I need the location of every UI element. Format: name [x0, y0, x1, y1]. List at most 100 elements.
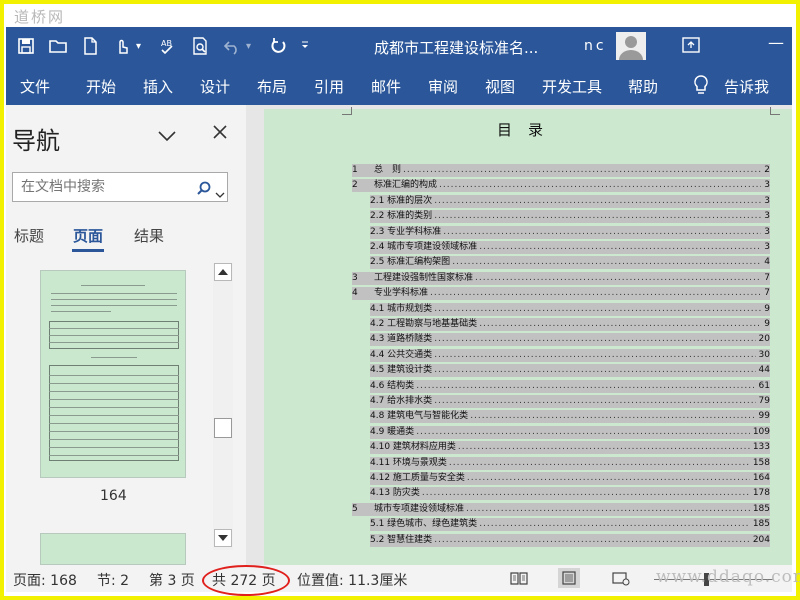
page-thumbnail-next[interactable]: [40, 533, 186, 565]
toc-entry[interactable]: 4.5 建筑设计类 44.............................…: [370, 364, 770, 378]
tab-results[interactable]: 结果: [134, 225, 164, 246]
scroll-thumb[interactable]: [214, 418, 232, 438]
lightbulb-icon[interactable]: [692, 75, 710, 95]
spelling-check-icon[interactable]: AB: [156, 34, 180, 58]
toc-entry-text: 4.12 施工质量与安全类: [370, 473, 465, 483]
toc-entry[interactable]: 4 专业学科标准 7................................…: [352, 287, 770, 301]
thumbnail-scrollbar[interactable]: [213, 263, 233, 550]
toc-entry[interactable]: 5 城市专项建设领域标准 185..........................…: [352, 502, 770, 516]
active-tab-indicator: [72, 249, 104, 252]
toc-entry-text: 4.4 公共交通类: [370, 349, 433, 360]
search-icon[interactable]: [197, 180, 211, 195]
undo-icon[interactable]: [220, 34, 244, 58]
read-mode-icon[interactable]: [508, 568, 530, 588]
tab-review[interactable]: 审阅: [428, 76, 458, 97]
status-page[interactable]: 页面: 168: [13, 570, 77, 590]
web-layout-icon[interactable]: [610, 568, 632, 588]
toc-entry[interactable]: 4.10 建筑材料应用类 133.........................…: [370, 441, 770, 455]
avatar-icon[interactable]: [616, 32, 646, 60]
chevron-down-icon[interactable]: [158, 127, 176, 142]
tab-developer[interactable]: 开发工具: [542, 76, 602, 97]
toc-leader-dots: ........................................…: [434, 334, 755, 345]
toc-entry-page: 20: [758, 334, 770, 345]
minimize-icon[interactable]: —: [768, 33, 784, 52]
tab-mailings[interactable]: 邮件: [371, 76, 401, 97]
toc-entry[interactable]: 4.11 环境与景观类 158..........................…: [370, 456, 770, 470]
tab-design[interactable]: 设计: [200, 76, 230, 97]
toc-leader-dots: ........................................…: [421, 488, 750, 499]
toc-title: 目录: [496, 121, 559, 139]
print-preview-icon[interactable]: [188, 34, 212, 58]
toc-entry-text: 4.8 建筑电气与智能化类: [370, 411, 469, 422]
tab-help[interactable]: 帮助: [628, 76, 658, 97]
ribbon-display-options-icon[interactable]: [682, 37, 700, 53]
tab-headings[interactable]: 标题: [14, 225, 44, 246]
toc-entry[interactable]: 2.4 城市专项建设领域标准 3.........................…: [370, 241, 770, 254]
scroll-up-icon[interactable]: [214, 263, 232, 281]
user-name[interactable]: nc: [584, 38, 607, 54]
toc-entry-page: 30: [758, 349, 770, 360]
toc-entry-text: 4.2 工程勘察与地基基础类: [370, 319, 478, 329]
undo-dropdown-icon[interactable]: ▾: [246, 41, 258, 52]
toc-entry-text: 4.7 给水排水类: [370, 396, 433, 406]
status-section[interactable]: 节: 2: [97, 570, 129, 590]
tab-home[interactable]: 开始: [86, 76, 116, 97]
save-icon[interactable]: [14, 34, 38, 58]
status-position[interactable]: 位置值: 11.3厘米: [297, 570, 407, 590]
toc-leader-dots: ........................................…: [479, 519, 750, 530]
search-input[interactable]: [13, 173, 193, 201]
toc-entry[interactable]: 4.12 施工质量与安全类 164........................…: [370, 472, 770, 485]
toc-entry[interactable]: 4.3 道路桥隧类 20.............................…: [370, 333, 770, 347]
toc-entry[interactable]: 4.7 给水排水类 79.............................…: [370, 395, 770, 408]
page-thumbnail[interactable]: [40, 270, 186, 478]
close-icon[interactable]: [212, 124, 228, 140]
document-page[interactable]: 目录 1 总 则 2................................…: [264, 107, 792, 565]
search-options-chevron-icon[interactable]: [215, 184, 225, 198]
toc-leader-dots: ........................................…: [448, 457, 750, 468]
tab-references[interactable]: 引用: [314, 76, 344, 97]
toc-entry[interactable]: 4.4 公共交通类 30.............................…: [370, 348, 770, 362]
toc-entry[interactable]: 4.8 建筑电气与智能化类 99.........................…: [370, 410, 770, 424]
tab-view[interactable]: 视图: [485, 76, 515, 97]
toc-entry[interactable]: 5.1 绿色城市、绿色建筑类 185.......................…: [370, 518, 770, 532]
toc-entry[interactable]: 4.1 城市规划类 9..............................…: [370, 302, 770, 316]
toc-entry[interactable]: 1 总 则 2...................................…: [352, 164, 770, 177]
tab-insert[interactable]: 插入: [143, 76, 173, 97]
toc-entry[interactable]: 2.5 标准汇编构架图 4............................…: [370, 256, 770, 270]
toc-entry[interactable]: 2.2 标准的类别 3..............................…: [370, 210, 770, 224]
status-page-in-section[interactable]: 第 3 页: [149, 570, 195, 590]
toc-entry-text: 4.6 结构类: [370, 380, 415, 391]
toc-entry[interactable]: 4.6 结构类 61...............................…: [370, 379, 770, 393]
tab-pages[interactable]: 页面: [73, 225, 103, 246]
toc-entry-text: 4.11 环境与景观类: [370, 457, 447, 468]
toc-entry[interactable]: 4.13 防灾类 178.............................…: [370, 487, 770, 501]
touch-mode-icon[interactable]: [110, 34, 134, 58]
customize-qat-icon[interactable]: [300, 40, 312, 53]
toc-entry-text: 工程建设强制性国家标准: [374, 272, 474, 283]
toc-entry[interactable]: 5.2 智慧住建类 204............................…: [370, 533, 770, 547]
search-box: [12, 172, 228, 202]
print-layout-icon[interactable]: [558, 568, 580, 588]
toc-entry-page: 164: [752, 473, 770, 483]
toc-entry[interactable]: 2.1 标准的层次 3..............................…: [370, 194, 770, 208]
toc-entry-text: 4.13 防灾类: [370, 488, 420, 499]
toc-entry[interactable]: 4.9 暖通类 109..............................…: [370, 425, 770, 439]
toc-leader-dots: ........................................…: [434, 534, 750, 545]
toc-entry-page: 178: [752, 488, 770, 499]
redo-icon[interactable]: [266, 34, 290, 58]
open-folder-icon[interactable]: [46, 34, 70, 58]
tab-layout[interactable]: 布局: [257, 76, 287, 97]
toc-entry[interactable]: 2.3 专业学科标准 3.............................…: [370, 225, 770, 239]
tab-file[interactable]: 文件: [20, 76, 50, 97]
new-document-icon[interactable]: [78, 34, 102, 58]
toc-entry[interactable]: 3 工程建设强制性国家标准 7...........................…: [352, 271, 770, 285]
toc-leader-dots: ........................................…: [434, 211, 761, 222]
toc-entry[interactable]: 2 标准汇编的构成 3...............................…: [352, 179, 770, 193]
tell-me-search[interactable]: 告诉我: [724, 76, 769, 97]
toc-entry-text: 2.5 标准汇编构架图: [370, 257, 451, 268]
toc-entry[interactable]: 4.2 工程勘察与地基基础类 9.........................…: [370, 318, 770, 331]
scroll-down-icon[interactable]: [214, 529, 232, 547]
qat-dropdown-icon[interactable]: ▾: [136, 41, 148, 52]
toc-entry-text: 2.2 标准的类别: [370, 211, 433, 222]
toc-entry-text: 4.1 城市规划类: [370, 303, 433, 314]
